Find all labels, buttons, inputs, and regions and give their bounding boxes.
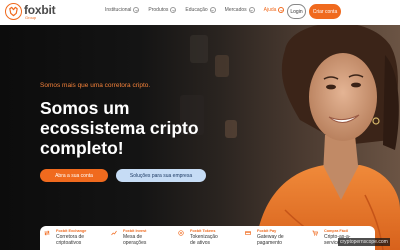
nav-item-label: Institucional <box>105 7 132 13</box>
headline-line: completo! <box>40 138 124 158</box>
signup-button[interactable]: Criar conta <box>309 4 341 19</box>
pay-icon <box>245 230 251 236</box>
product-card-invest[interactable]: Foxbit Invest Mesa de operações <box>107 226 174 250</box>
background-decoration <box>190 35 208 63</box>
hero-woman-photo <box>255 25 400 250</box>
card-title: Compra Fácil <box>324 229 349 233</box>
headline-line: Somos um <box>40 98 130 118</box>
token-icon <box>178 230 184 236</box>
open-account-button[interactable]: Abra a sua conta <box>40 169 108 182</box>
chevron-down-icon <box>209 7 216 13</box>
watermark-label: cryptopernscope.com <box>338 238 390 246</box>
hero-section: Somos mais que uma corretora cripto. Som… <box>0 25 400 250</box>
nav-item-ajuda[interactable]: Ajuda <box>264 7 285 13</box>
product-card-exchange[interactable]: Foxbit Exchange Corretora de criptoativo… <box>40 226 107 250</box>
foxbit-logo[interactable]: foxbit Group <box>5 2 56 20</box>
nav-item-label: Ajuda <box>263 7 277 13</box>
nav-item-label: Produtos <box>148 7 169 13</box>
products-strip: Foxbit Exchange Corretora de criptoativo… <box>40 226 375 250</box>
chevron-down-icon <box>170 7 177 13</box>
chevron-down-icon <box>278 7 285 13</box>
product-card-pay[interactable]: Foxbit Pay Gateway de pagamento <box>241 226 308 250</box>
card-description: Mesa de operações <box>123 234 147 247</box>
fox-logo-icon <box>5 3 22 20</box>
chevron-down-icon <box>248 7 255 13</box>
card-description: Gateway de pagamento <box>257 234 284 247</box>
site-header: foxbit Group Institucional Produtos Educ… <box>0 0 400 25</box>
nav-item-institucional[interactable]: Institucional <box>105 7 140 13</box>
nav-item-produtos[interactable]: Produtos <box>148 7 177 13</box>
card-title: Foxbit Pay <box>257 229 277 233</box>
card-description: Corretora de criptoativos <box>56 234 85 247</box>
card-description: Tokenização de ativos <box>190 234 218 247</box>
compra-facil-icon <box>312 230 318 236</box>
product-card-tokens[interactable]: Foxbit Tokens Tokenização de ativos <box>174 226 241 250</box>
business-solutions-button[interactable]: Soluções para sua empresa <box>116 169 206 182</box>
chevron-down-icon <box>133 7 140 13</box>
background-decoration <box>215 55 229 77</box>
exchange-icon <box>44 230 50 236</box>
card-title: Foxbit Invest <box>123 229 147 233</box>
hero-tagline: Somos mais que uma corretora cripto. <box>40 82 151 89</box>
nav-item-label: Mercados <box>224 7 247 13</box>
card-title: Foxbit Exchange <box>56 229 87 233</box>
nav-item-label: Educação <box>185 7 208 13</box>
card-title: Foxbit Tokens <box>190 229 216 233</box>
hero-headline: Somos um ecossistema cripto completo! <box>40 98 240 158</box>
logo-name: foxbit <box>24 2 56 17</box>
nav-item-mercados[interactable]: Mercados <box>225 7 255 13</box>
login-button[interactable]: Login <box>287 4 306 19</box>
invest-icon <box>111 230 117 236</box>
headline-line: ecossistema cripto <box>40 118 199 138</box>
main-nav: Institucional Produtos Educação Mercados… <box>105 7 293 13</box>
nav-item-educacao[interactable]: Educação <box>185 7 216 13</box>
